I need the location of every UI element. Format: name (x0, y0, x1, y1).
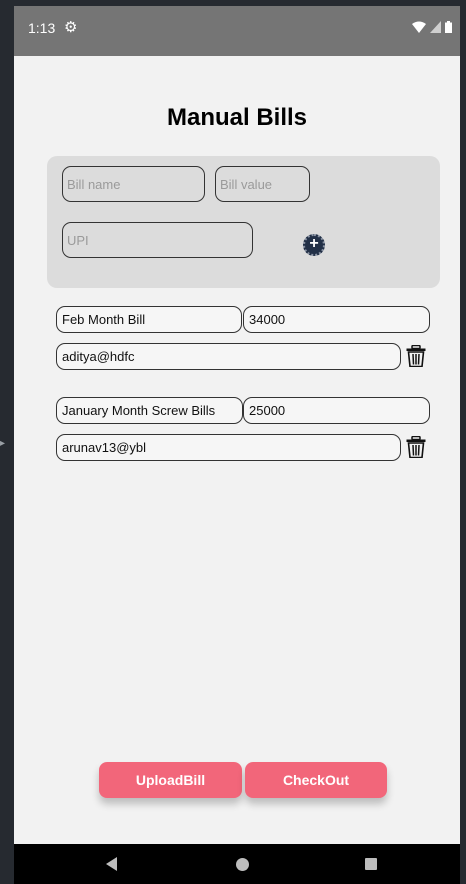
delete-bill-button[interactable] (406, 435, 426, 459)
trash-icon (406, 344, 426, 368)
signal-icon (430, 20, 441, 38)
edge-arrow-icon: ▸ (0, 438, 6, 449)
bill-upi-field[interactable]: arunav13@ybl (56, 434, 401, 461)
settings-gear-icon: ⚙ (64, 19, 78, 36)
back-icon[interactable] (106, 857, 117, 871)
device-frame-right (460, 0, 466, 884)
bill-value-input[interactable] (215, 166, 310, 202)
bill-item: Feb Month Bill 34000 aditya@hdfc (56, 306, 440, 370)
bill-name-input[interactable] (62, 166, 205, 202)
app-screen: 1:13 ⚙ Manual Bills + Feb Month Bill 340… (14, 6, 460, 884)
bill-item: January Month Screw Bills 25000 arunav13… (56, 397, 440, 461)
home-icon[interactable] (236, 858, 249, 871)
checkout-button[interactable]: CheckOut (245, 762, 387, 798)
bill-name-field[interactable]: Feb Month Bill (56, 306, 242, 333)
new-bill-form: + (47, 156, 440, 288)
status-bar: 1:13 ⚙ (14, 6, 460, 56)
bill-value-field[interactable]: 34000 (243, 306, 430, 333)
status-time: 1:13 (28, 20, 56, 36)
page-title: Manual Bills (166, 104, 308, 131)
battery-icon (445, 20, 452, 38)
upload-bill-button[interactable]: UploadBill (99, 762, 242, 798)
bill-value-field[interactable]: 25000 (243, 397, 430, 424)
wifi-icon (412, 20, 426, 38)
status-icons (412, 20, 452, 38)
navigation-bar (14, 844, 460, 884)
upi-input[interactable] (62, 222, 253, 258)
delete-bill-button[interactable] (406, 344, 426, 368)
plus-circle-icon: + (309, 235, 319, 252)
add-bill-button[interactable]: + (303, 234, 325, 256)
bill-upi-field[interactable]: aditya@hdfc (56, 343, 401, 370)
recent-apps-icon[interactable] (365, 858, 377, 870)
bill-name-field[interactable]: January Month Screw Bills (56, 397, 243, 424)
trash-icon (406, 435, 426, 459)
